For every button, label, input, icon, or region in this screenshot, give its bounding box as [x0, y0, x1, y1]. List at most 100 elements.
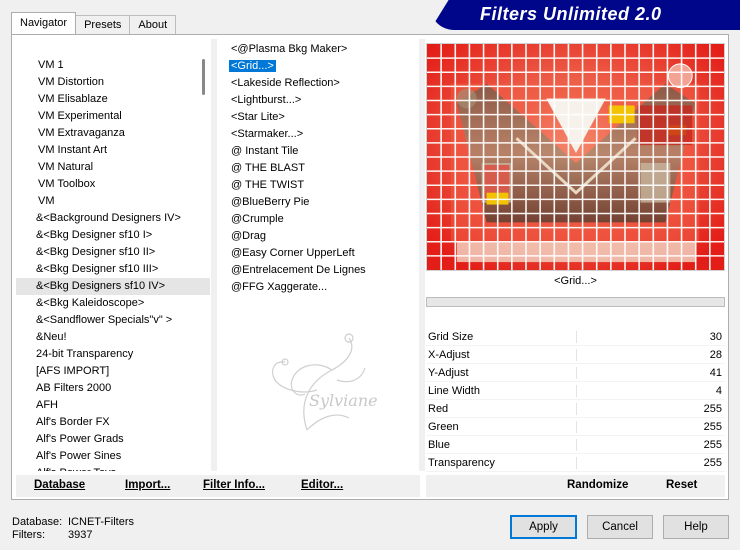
scrollbar-thumb[interactable]	[202, 59, 205, 95]
filter-item-label: <Star Lite>	[231, 111, 285, 123]
parameter-row[interactable]: Grid Size 30	[426, 328, 725, 346]
right-button-bar: Randomize Reset	[426, 475, 725, 497]
category-item[interactable]: [AFS IMPORT]	[16, 363, 210, 380]
filter-item[interactable]: @ Instant Tile	[227, 143, 417, 160]
filter-item[interactable]: @BlueBerry Pie	[227, 194, 417, 211]
parameter-value[interactable]: 255	[704, 400, 722, 418]
category-item[interactable]: VM Elisablaze	[16, 91, 210, 108]
cancel-button[interactable]: Cancel	[587, 515, 653, 539]
preview-image	[426, 43, 725, 271]
tab-navigator[interactable]: Navigator	[11, 12, 77, 34]
footer-filters: Filters: 3937	[12, 529, 92, 541]
parameter-slider-tick	[576, 457, 577, 469]
splitter[interactable]	[211, 39, 217, 471]
filter-item-label: <Grid...>	[228, 59, 277, 73]
tab-about[interactable]: About	[129, 15, 177, 34]
help-button[interactable]: Help	[663, 515, 729, 539]
database-button[interactable]: Database	[34, 479, 85, 491]
filter-item-label: <Lakeside Reflection>	[231, 77, 340, 89]
parameter-label: Green	[428, 421, 459, 433]
filter-item[interactable]: @Crumple	[227, 211, 417, 228]
filter-item[interactable]: @Drag	[227, 228, 417, 245]
category-item[interactable]: Alf's Power Sines	[16, 448, 210, 465]
title-banner: Filters Unlimited 2.0	[430, 0, 740, 30]
filter-item-label: @BlueBerry Pie	[231, 196, 310, 208]
parameter-value[interactable]: 255	[704, 436, 722, 454]
category-item[interactable]: &<Sandflower Specials"v" >	[16, 312, 210, 329]
parameter-slider-tick	[576, 421, 577, 433]
category-item[interactable]: VM Distortion	[16, 74, 210, 91]
filter-item[interactable]: <Lightburst...>	[227, 92, 417, 109]
filter-item-label: @Easy Corner UpperLeft	[231, 247, 355, 259]
filter-item[interactable]: @ THE BLAST	[227, 160, 417, 177]
category-item[interactable]: 24-bit Transparency	[16, 346, 210, 363]
parameter-label: X-Adjust	[428, 349, 470, 361]
parameter-value[interactable]: 28	[710, 346, 722, 364]
footer-database: Database: ICNET-Filters	[12, 516, 134, 528]
filter-item[interactable]: @Easy Corner UpperLeft	[227, 245, 417, 262]
editor-button[interactable]: Editor...	[301, 479, 343, 491]
filter-item[interactable]: @Entrelacement De Lignes	[227, 262, 417, 279]
category-item[interactable]: VM Instant Art	[16, 142, 210, 159]
filter-item[interactable]: @ THE TWIST	[227, 177, 417, 194]
category-item[interactable]: &<Bkg Designer sf10 I>	[16, 227, 210, 244]
splitter-right[interactable]	[419, 39, 425, 471]
parameter-row[interactable]: Green 255	[426, 418, 725, 436]
category-item[interactable]: Alf's Power Toys	[16, 465, 210, 471]
category-item[interactable]: &<Background Designers IV>	[16, 210, 210, 227]
parameter-value[interactable]: 30	[710, 328, 722, 346]
category-item[interactable]: VM 1	[16, 57, 210, 74]
category-item[interactable]: VM Extravaganza	[16, 125, 210, 142]
category-item[interactable]: Alf's Power Grads	[16, 431, 210, 448]
parameter-label: Line Width	[428, 385, 480, 397]
category-item[interactable]: VM Natural	[16, 159, 210, 176]
filter-item-label: <Lightburst...>	[231, 94, 302, 106]
filter-item[interactable]: <Grid...>	[227, 58, 417, 75]
parameter-row[interactable]: Red 255	[426, 400, 725, 418]
category-item[interactable]: VM	[16, 193, 210, 210]
category-item[interactable]: &<Bkg Designer sf10 II>	[16, 244, 210, 261]
parameter-value[interactable]: 4	[716, 382, 722, 400]
filter-item-label: @Crumple	[231, 213, 284, 225]
parameter-row[interactable]: X-Adjust 28	[426, 346, 725, 364]
filter-item-label: @Drag	[231, 230, 267, 242]
parameter-value[interactable]: 255	[704, 454, 722, 472]
category-item[interactable]: AB Filters 2000	[16, 380, 210, 397]
category-item[interactable]: AFH	[16, 397, 210, 414]
category-scrollbar[interactable]	[198, 41, 210, 467]
parameter-value[interactable]: 255	[704, 418, 722, 436]
category-item[interactable]: VM Experimental	[16, 108, 210, 125]
progress-bar	[426, 297, 725, 307]
filter-item[interactable]: <Lakeside Reflection>	[227, 75, 417, 92]
filter-list[interactable]: <@Plasma Bkg Maker> <Grid...> <Lakeside Re…	[227, 41, 417, 296]
filter-item-label: @FFG Xaggerate...	[231, 281, 328, 293]
category-item[interactable]: &Neu!	[16, 329, 210, 346]
category-item[interactable]: &<Bkg Kaleidoscope>	[16, 295, 210, 312]
parameter-row[interactable]: Transparency 255	[426, 454, 725, 472]
randomize-button[interactable]: Randomize	[567, 479, 628, 491]
parameter-slider-tick	[576, 439, 577, 451]
filter-item[interactable]: @FFG Xaggerate...	[227, 279, 417, 296]
category-item[interactable]: VM Toolbox	[16, 176, 210, 193]
tab-presets[interactable]: Presets	[75, 15, 131, 34]
parameter-value[interactable]: 41	[710, 364, 722, 382]
filter-item[interactable]: <Starmaker...>	[227, 126, 417, 143]
parameter-slider-tick	[576, 349, 577, 361]
import-button[interactable]: Import...	[125, 479, 170, 491]
parameter-label: Blue	[428, 439, 451, 451]
category-item[interactable]: Alf's Border FX	[16, 414, 210, 431]
filter-item[interactable]: <@Plasma Bkg Maker>	[227, 41, 417, 58]
filter-item[interactable]: <Star Lite>	[227, 109, 417, 126]
category-list[interactable]: VM 1 VM Distortion VM Elisablaze VM Experim…	[16, 39, 210, 471]
filter-info-button[interactable]: Filter Info...	[203, 479, 265, 491]
database-label: Database:	[12, 516, 63, 528]
category-item[interactable]: &<Bkg Designers sf10 IV>	[16, 278, 210, 295]
parameter-row[interactable]: Blue 255	[426, 436, 725, 454]
category-item[interactable]: &<Bkg Designer sf10 III>	[16, 261, 210, 278]
filter-item-label: <@Plasma Bkg Maker>	[231, 43, 348, 55]
parameter-row[interactable]: Y-Adjust 41	[426, 364, 725, 382]
parameter-label: Y-Adjust	[428, 367, 469, 379]
reset-button[interactable]: Reset	[666, 479, 697, 491]
parameter-row[interactable]: Line Width 4	[426, 382, 725, 400]
apply-button[interactable]: Apply	[510, 515, 577, 539]
